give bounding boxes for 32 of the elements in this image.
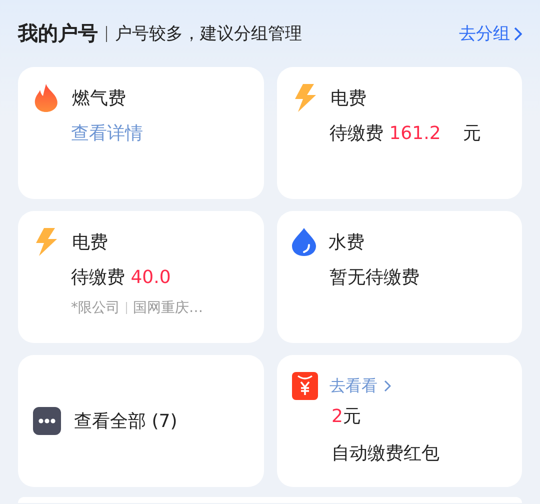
account-name: 燃气费 (72, 87, 126, 110)
lightning-icon (33, 228, 59, 256)
due-amount: 161.2 (389, 123, 441, 144)
bonus-amount: 2 (332, 406, 343, 427)
yen-envelope-icon (292, 372, 318, 400)
view-all-card[interactable]: 查看全部 (7) (18, 355, 264, 487)
group-button[interactable]: 去分组 (459, 22, 522, 45)
promo-caption: 自动缴费红包 (332, 442, 440, 465)
chevron-right-icon (514, 26, 522, 40)
due-amount: 40.0 (130, 267, 171, 288)
view-all-label: 查看全部 (7) (74, 410, 178, 433)
currency-unit: 元 (462, 123, 481, 144)
account-name: 电费 (72, 231, 108, 254)
account-card[interactable]: 电费 待缴费 161.2 元 (276, 67, 522, 199)
more-icon (33, 407, 61, 435)
account-card[interactable]: 电费 待缴费 40.0 *限公司 国网重庆… (18, 211, 264, 343)
promo-card[interactable]: 去看看 2元 自动缴费红包 (276, 355, 522, 487)
account-name: 水费 (328, 231, 364, 254)
flame-icon (33, 84, 59, 112)
account-card[interactable]: 水费 暂无待缴费 (276, 211, 522, 343)
chevron-right-icon (384, 380, 390, 392)
due-label: 待缴费 (330, 123, 384, 144)
status-text: 暂无待缴费 (330, 267, 420, 288)
account-note: 国网重庆… (133, 299, 203, 317)
section-title: 我的户号 (18, 20, 98, 47)
water-drop-icon (292, 228, 316, 256)
section-hint: 户号较多，建议分组管理 (115, 23, 303, 45)
account-note: *限公司 (71, 299, 120, 317)
account-name: 电费 (330, 87, 366, 110)
currency-unit: 元 (342, 406, 361, 427)
due-label: 待缴费 (71, 267, 125, 288)
account-card[interactable]: 燃气费 查看详情 (18, 67, 264, 199)
